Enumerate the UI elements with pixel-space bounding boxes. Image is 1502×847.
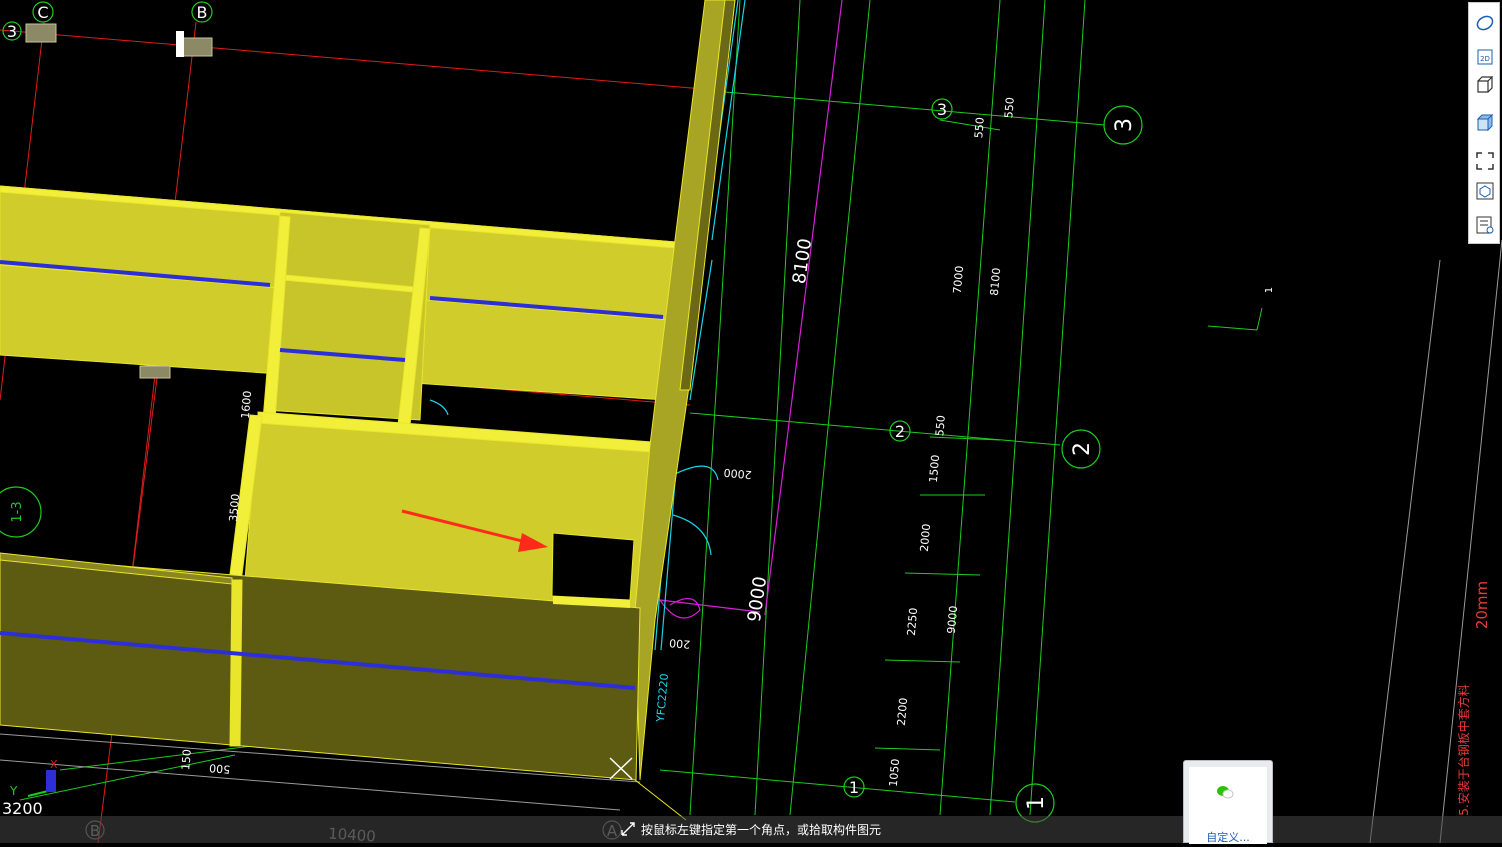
dim-550-c: 550 [933,415,948,437]
dim-2250: 2250 [905,607,920,636]
wechat-icon [1217,786,1234,799]
cad-viewport[interactable]: C B 3 3 2 1 3 2 1 1-3 B A 8100 9000 550 … [0,0,1502,846]
door-opening [551,532,635,601]
dim-1600: 1600 [239,390,254,419]
dim-8100-small: 8100 [988,267,1003,296]
ucs-x-label: X [50,758,58,771]
dim-9000-big: 9000 [744,575,771,623]
dim-2000-h: 2000 [723,466,752,481]
view-3d-solid-button[interactable] [1473,111,1497,135]
properties-button[interactable] [1473,213,1497,237]
dim-550-a: 550 [1002,97,1017,119]
dim-3500: 3500 [227,493,242,522]
grid-bubble-1-right: 1 [1024,796,1049,810]
dim-550-b: 550 [972,117,987,139]
dim-1050: 1050 [887,758,902,787]
box-solid-icon [1476,113,1494,132]
selection-grip [176,31,184,57]
note-text: 5.安装于台钢板中套方料 [1456,684,1471,815]
grid-bubble-3-left: 3 [7,22,17,41]
ucs-y-label: Y [9,784,18,798]
view-2d-button[interactable]: 2D [1473,45,1497,69]
view-2d-icon: 2D [1477,49,1493,65]
command-prompt: 按鼠标左键指定第一个角点，或拾取构件图元 [641,823,882,837]
crosshair-cursor-icon [621,822,635,836]
scale-text: 20mm [1473,581,1491,629]
view-3d-wire-button[interactable] [1473,73,1497,97]
box-wire-icon [1477,76,1494,93]
grid-bubble-3-mid: 3 [937,100,947,119]
view-toolbar: 2D [1468,2,1500,244]
dim-2200: 2200 [895,697,910,726]
component-view-button[interactable] [1473,179,1497,203]
dim-9000-small: 9000 [945,605,960,634]
grid-bubble-1-mid: 1 [849,778,859,797]
custom-panel[interactable]: 自定义... [1183,760,1273,844]
grid-bubble-2-mid: 2 [895,422,905,441]
dim-150: 150 [179,749,194,771]
grid-bubble-c-top: C [37,3,48,22]
grid-bubble-b-top: B [197,3,208,22]
dim-1500: 1500 [927,454,942,483]
view-2d-label: 2D [1480,55,1490,63]
fullscreen-icon [1476,152,1494,170]
grid-bubble-2-right: 2 [1070,442,1095,456]
ucs-icon: X Y [9,758,58,798]
list-settings-icon [1476,216,1494,234]
dim-500: 500 [209,761,231,776]
orbit-icon [1476,15,1494,31]
drawing-canvas[interactable]: C B 3 3 2 1 3 2 1 1-3 B A 8100 9000 550 … [0,0,1502,846]
fullscreen-button[interactable] [1473,149,1497,173]
section-mark: 1 [1264,287,1275,293]
dim-8100-big: 8100 [789,237,816,285]
door-tag-label: YFC2220 [654,673,671,724]
section-bubble-label: 1-3 [10,501,25,522]
orbit-button[interactable] [1473,11,1497,35]
grid-bubble-3-right: 3 [1112,118,1137,132]
cube-view-icon [1476,182,1494,200]
dim-200: 200 [669,636,691,651]
custom-panel-body: 自定义... [1189,767,1267,844]
dim-7000: 7000 [951,265,966,294]
dim-2000-v: 2000 [918,523,933,552]
